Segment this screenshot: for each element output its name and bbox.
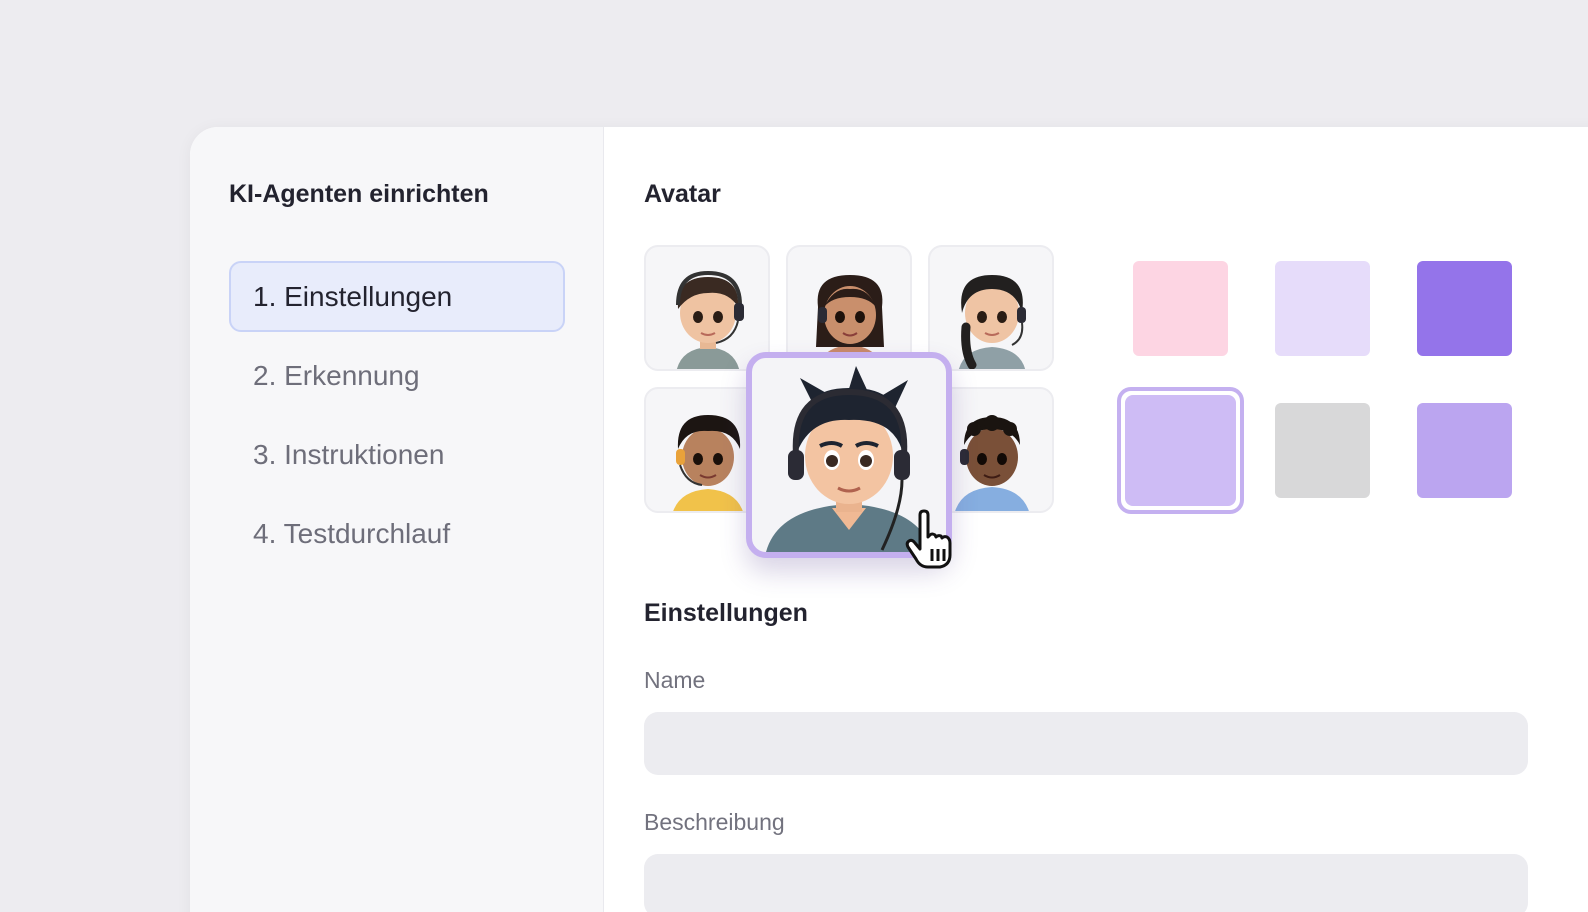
avatar-option-3[interactable] [928,245,1054,371]
name-label: Name [644,667,706,693]
color-swatch-purple[interactable] [1417,261,1512,356]
avatar-boy-headset-icon [676,270,744,369]
step-instruktionen[interactable]: 3. Instruktionen [229,419,565,490]
name-input[interactable] [644,712,1528,775]
color-swatch-lilac-selected[interactable] [1125,395,1236,506]
settings-section-title: Einstellungen [644,599,808,627]
step-erkennung[interactable]: 2. Erkennung [229,340,565,411]
sidebar-title: KI-Agenten einrichten [229,180,489,208]
step-einstellungen[interactable]: 1. Einstellungen [229,261,565,332]
sidebar: KI-Agenten einrichten 1. Einstellungen 2… [190,127,604,912]
avatar-girl-braid-headset-icon [958,275,1026,369]
setup-window: KI-Agenten einrichten 1. Einstellungen 2… [190,127,1588,912]
color-swatch-gray[interactable] [1275,403,1370,498]
color-swatch-pink[interactable] [1133,261,1228,356]
avatar-option-1[interactable] [644,245,770,371]
color-swatch-light-lavender[interactable] [1275,261,1370,356]
main-panel: Avatar Einstellungen Name Beschreibung [604,127,1588,912]
description-label: Beschreibung [644,809,785,835]
description-input[interactable] [644,854,1528,912]
color-swatch-medium-lavender[interactable] [1417,403,1512,498]
step-testdurchlauf[interactable]: 4. Testdurchlauf [229,498,565,569]
hand-pointer-icon [905,509,952,569]
avatar-section-title: Avatar [644,180,721,208]
